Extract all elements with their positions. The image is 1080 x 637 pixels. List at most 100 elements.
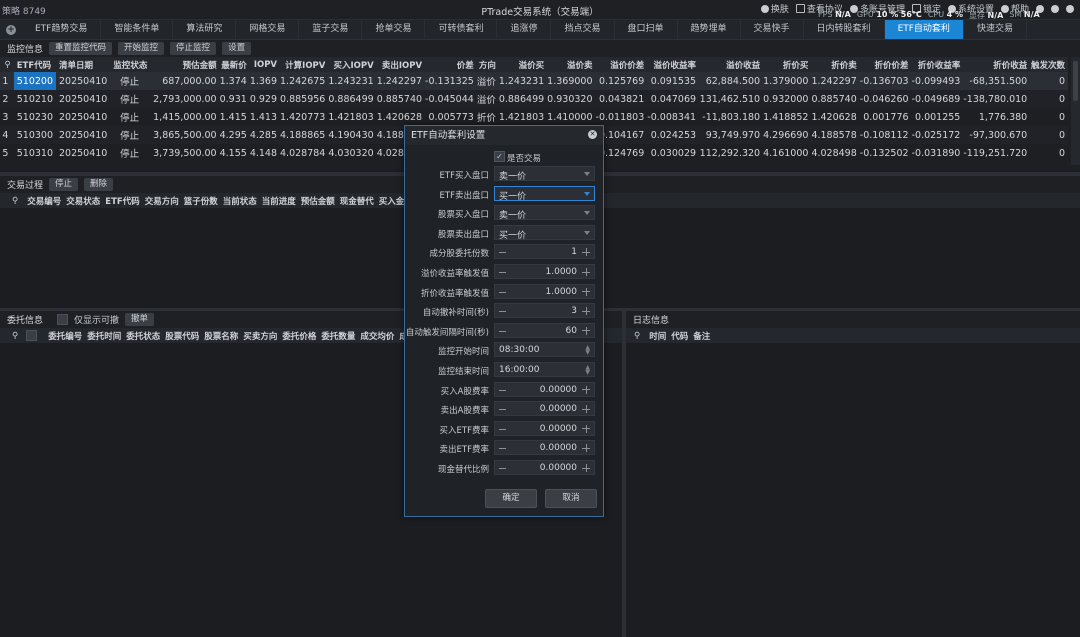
col-header[interactable]: 清单日期: [56, 57, 110, 72]
col-header[interactable]: 委托价格: [277, 330, 316, 342]
col-header[interactable]: 股票代码: [160, 330, 199, 342]
col-header[interactable]: 成交均价: [355, 330, 394, 342]
tab-6[interactable]: 可转债套利: [425, 20, 498, 39]
plus-icon[interactable]: [582, 385, 590, 394]
col-header[interactable]: 价差: [425, 57, 477, 72]
only-cancelable-checkbox[interactable]: [57, 314, 69, 325]
number-stepper[interactable]: 0.00000: [494, 401, 595, 417]
tab-1[interactable]: 智能条件单: [101, 20, 174, 39]
col-header[interactable]: 现金替代: [335, 195, 374, 207]
col-header[interactable]: 折价卖: [811, 57, 859, 72]
col-header[interactable]: 委托时间: [82, 330, 121, 342]
trade-checkbox[interactable]: ✓: [494, 151, 505, 162]
tab-9[interactable]: 盘口扫单: [615, 20, 678, 39]
col-header[interactable]: 触发次数: [1030, 57, 1068, 72]
col-header[interactable]: ETF代码: [14, 57, 56, 72]
plus-icon[interactable]: [582, 424, 590, 433]
minus-icon[interactable]: [499, 389, 506, 391]
col-header[interactable]: ETF代码: [100, 195, 139, 207]
col-header[interactable]: 溢价买: [499, 57, 547, 72]
minus-icon[interactable]: [499, 409, 506, 411]
col-header[interactable]: 溢价价差: [596, 57, 648, 72]
plus-icon[interactable]: [582, 287, 590, 296]
col-header[interactable]: IOPV: [250, 57, 280, 72]
stop-monitor-button[interactable]: 停止监控: [170, 42, 217, 55]
tab-8[interactable]: 挡点交易: [551, 20, 615, 39]
col-header[interactable]: 委托编号: [43, 330, 82, 342]
col-header[interactable]: 代码: [666, 330, 688, 342]
scrollbar-thumb[interactable]: [1073, 61, 1078, 101]
table-row[interactable]: 3 510230 20250410 停止 1,415,000.00 1.415 1.413 1…: [0, 108, 1068, 126]
tab-7[interactable]: 追涨停: [497, 20, 552, 39]
minus-icon[interactable]: [499, 468, 506, 469]
col-header[interactable]: 备注: [688, 330, 710, 342]
tab-0[interactable]: ETF趋势交易: [22, 20, 102, 39]
plus-icon[interactable]: [582, 268, 590, 276]
number-stepper[interactable]: 0.00000: [494, 440, 595, 456]
col-header[interactable]: 当前状态: [218, 195, 257, 207]
tab-14[interactable]: 快速交易: [964, 20, 1027, 39]
close-icon[interactable]: [1066, 4, 1074, 13]
col-header[interactable]: 当前进度: [257, 195, 296, 207]
ok-button[interactable]: 确定: [485, 489, 537, 508]
col-header[interactable]: 时间: [644, 330, 666, 342]
dropdown-select[interactable]: 卖一价: [494, 205, 595, 221]
skin-button[interactable]: 换肤: [760, 2, 789, 15]
process-stop-button[interactable]: 停止: [49, 178, 79, 191]
search-icon[interactable]: ⚲: [0, 196, 22, 206]
minus-icon[interactable]: [499, 428, 506, 430]
minus-icon[interactable]: [499, 252, 506, 254]
add-tab-button[interactable]: +: [0, 20, 22, 39]
number-stepper[interactable]: 1.0000: [494, 283, 595, 299]
maximize-icon[interactable]: [1051, 4, 1059, 13]
col-header[interactable]: 预估金额: [152, 57, 220, 72]
col-header[interactable]: 交易编号: [22, 195, 61, 207]
cancel-order-button[interactable]: 撤单: [125, 313, 155, 326]
col-header[interactable]: 监控状态: [110, 57, 151, 72]
table-row[interactable]: 2 510210 20250410 停止 2,793,000.00 0.931 0.929 0…: [0, 90, 1068, 108]
table-row[interactable]: 1 510200 20250410 停止 687,000.00 1.374 1.369 1.2…: [0, 72, 1068, 90]
time-input[interactable]: 08:30:00 ▲ ▼: [494, 342, 595, 358]
col-header[interactable]: 卖出IOPV: [377, 57, 425, 72]
minus-icon[interactable]: [499, 272, 506, 273]
reset-codes-button[interactable]: 重置监控代码: [49, 42, 113, 55]
number-stepper[interactable]: 1.0000: [494, 264, 595, 279]
search-icon[interactable]: ⚲: [0, 57, 14, 72]
number-stepper[interactable]: 0.00000: [494, 420, 595, 436]
time-input[interactable]: 16:00:00 ▲ ▼: [494, 362, 595, 377]
col-header[interactable]: 委托状态: [121, 330, 160, 342]
col-header[interactable]: 溢价收益: [699, 57, 763, 72]
dropdown-select[interactable]: 买一价: [494, 224, 595, 241]
plus-icon[interactable]: [582, 405, 590, 414]
col-header[interactable]: 买卖方向: [238, 330, 277, 342]
select-all-checkbox[interactable]: [26, 330, 38, 341]
col-header[interactable]: 委托数量: [316, 330, 355, 342]
monitor-scrollbar[interactable]: [1071, 57, 1080, 165]
tab-4[interactable]: 篮子交易: [299, 20, 363, 39]
tab-12[interactable]: 日内转股套利: [804, 20, 885, 39]
search-icon[interactable]: ⚲: [0, 331, 26, 341]
dropdown-select[interactable]: 卖一价: [494, 166, 595, 182]
plus-icon[interactable]: [582, 307, 590, 316]
col-header[interactable]: 计算IOPV: [280, 57, 328, 72]
minus-icon[interactable]: [499, 291, 506, 293]
col-header[interactable]: 溢价收益率: [647, 57, 699, 72]
minus-icon[interactable]: [499, 448, 506, 450]
col-header[interactable]: 交易方向: [140, 195, 179, 207]
cancel-button[interactable]: 取消: [545, 489, 597, 508]
col-header[interactable]: 股票名称: [199, 330, 238, 342]
number-stepper[interactable]: 1: [494, 244, 595, 260]
col-header[interactable]: 买入IOPV: [328, 57, 376, 72]
minus-icon[interactable]: [499, 330, 506, 332]
tab-2[interactable]: 算法研究: [173, 20, 237, 39]
spin-icon[interactable]: ▲ ▼: [585, 345, 590, 356]
col-header[interactable]: 交易状态: [61, 195, 100, 207]
dropdown-select[interactable]: 买一价: [494, 185, 595, 202]
minus-icon[interactable]: [499, 311, 506, 313]
search-icon[interactable]: ⚲: [626, 331, 644, 341]
start-monitor-button[interactable]: 开始监控: [118, 42, 165, 55]
monitor-settings-button[interactable]: 设置: [222, 42, 252, 55]
process-delete-button[interactable]: 删除: [84, 178, 114, 191]
number-stepper[interactable]: 0.00000: [494, 460, 595, 475]
col-header[interactable]: 折价收益: [963, 57, 1030, 72]
